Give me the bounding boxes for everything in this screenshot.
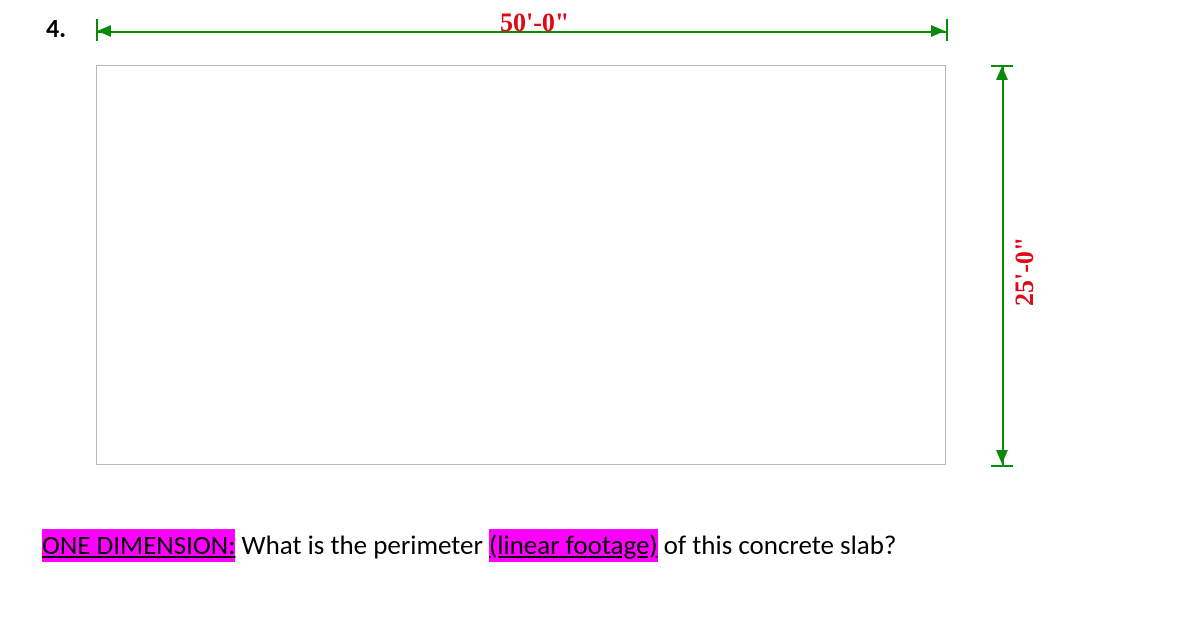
dim-top-arrow-right-icon xyxy=(931,25,945,37)
dim-right-arrow-bot-icon xyxy=(996,450,1008,464)
dim-top-arrow-left-icon xyxy=(97,25,111,37)
question-number: 4. xyxy=(46,12,66,44)
dim-right-label: 25'-0" xyxy=(1010,237,1040,306)
question-text-2: of this concrete slab? xyxy=(658,529,897,562)
worksheet-page: 4. 50'-0" 25'-0" ONE DIMENSION: What is … xyxy=(0,0,1200,636)
question-text-1: What is the perimeter xyxy=(235,529,489,562)
dim-top-label: 50'-0" xyxy=(500,8,569,38)
dim-right-arrow-top-icon xyxy=(996,66,1008,80)
dim-right-tick-bot xyxy=(991,465,1013,467)
question-label-highlight: ONE DIMENSION: xyxy=(42,529,235,562)
slab-rectangle xyxy=(96,65,946,465)
dim-right-line xyxy=(1002,65,1004,465)
question-highlight-2: (linear footage) xyxy=(489,529,658,562)
dim-top-tick-right xyxy=(946,19,948,41)
question-text: ONE DIMENSION: What is the perimeter (li… xyxy=(42,530,896,562)
